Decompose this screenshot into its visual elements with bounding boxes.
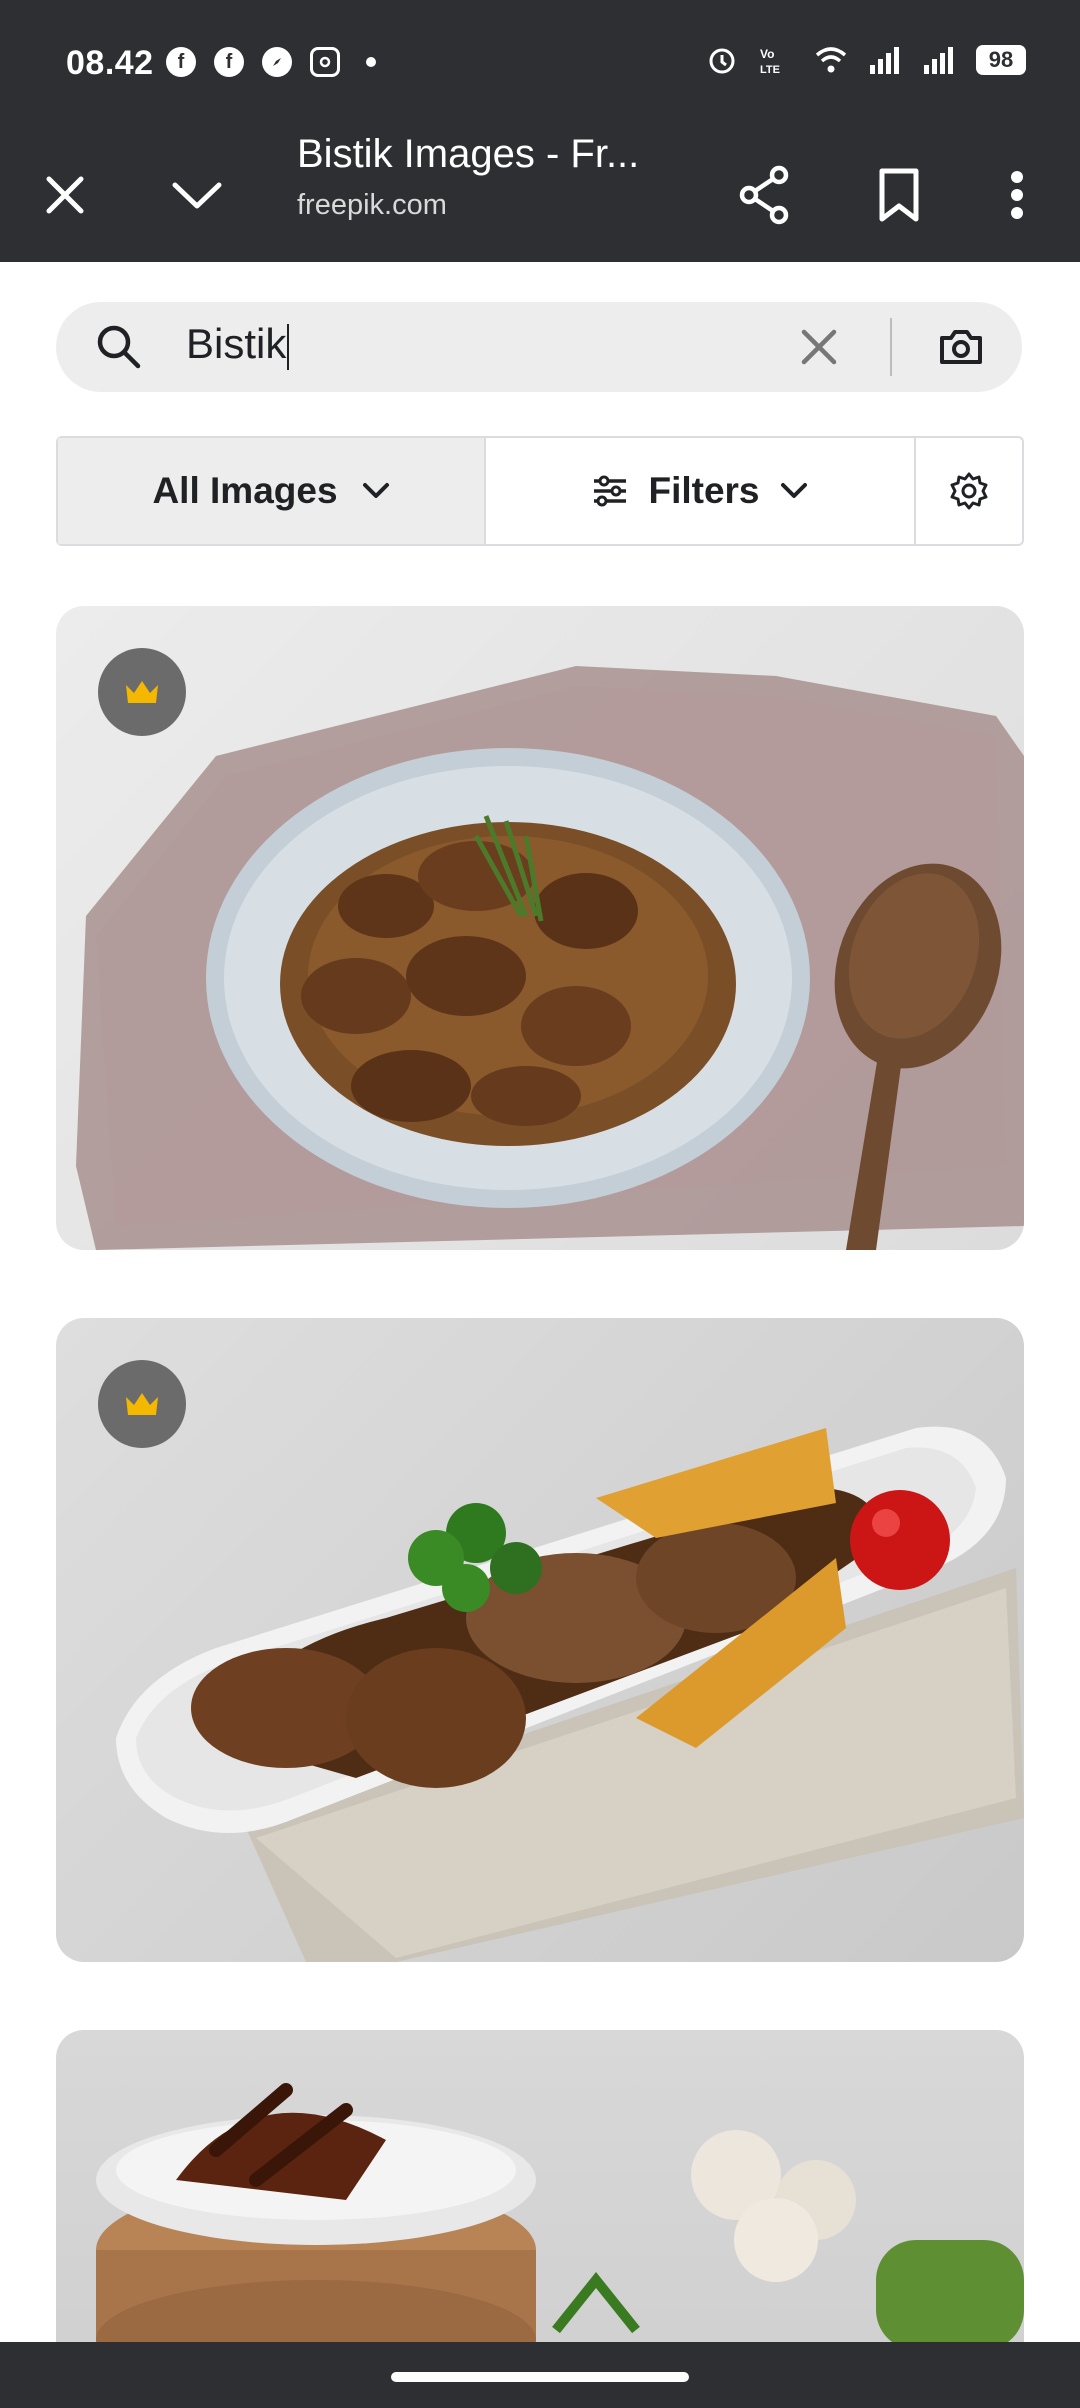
minimize-tab-button[interactable] xyxy=(162,160,232,230)
bookmark-icon xyxy=(879,168,919,222)
volte-icon: Vo LTE xyxy=(760,47,780,76)
svg-text:LTE: LTE xyxy=(760,64,780,76)
facebook-icon: f xyxy=(166,47,196,77)
premium-badge xyxy=(98,648,186,736)
close-tab-button[interactable] xyxy=(30,160,100,230)
search-bar[interactable]: Bistik xyxy=(56,302,1022,392)
status-time: 08.42 xyxy=(66,44,154,82)
clear-search-icon[interactable] xyxy=(796,324,842,370)
settings-button[interactable] xyxy=(916,438,1022,544)
search-input-value: Bistik xyxy=(186,320,287,367)
share-button[interactable] xyxy=(730,160,800,230)
more-notifications-dot xyxy=(366,57,376,67)
chevron-down-icon xyxy=(172,182,222,209)
instagram-icon xyxy=(310,47,340,77)
search-divider xyxy=(890,318,892,376)
bookmark-button[interactable] xyxy=(864,160,934,230)
page-title-block[interactable]: Bistik Images - Fr... freepik.com xyxy=(297,132,697,222)
text-cursor xyxy=(287,323,290,370)
more-vert-icon xyxy=(1011,171,1023,219)
image-result-1[interactable] xyxy=(56,606,1024,1250)
signal-icon xyxy=(870,47,899,74)
system-navigation-bar xyxy=(0,2342,1080,2408)
home-gesture-handle[interactable] xyxy=(391,2372,689,2382)
page-domain: freepik.com xyxy=(297,189,447,221)
notification-icons: f f xyxy=(166,47,376,77)
share-icon xyxy=(739,165,789,225)
sliders-icon xyxy=(594,475,627,507)
page-title: Bistik Images - Fr... xyxy=(297,132,640,176)
search-input[interactable]: Bistik xyxy=(186,320,290,370)
food-photo-beef-potatoes xyxy=(116,1426,1024,1962)
crown-icon xyxy=(126,681,158,703)
facebook-icon: f xyxy=(214,47,244,77)
wifi-icon xyxy=(815,47,847,73)
premium-badge xyxy=(98,1360,186,1448)
compass-icon xyxy=(262,47,292,77)
search-icon xyxy=(97,325,141,369)
chevron-down-icon xyxy=(780,483,807,498)
signal-icon xyxy=(924,47,953,74)
more-options-button[interactable] xyxy=(982,160,1052,230)
filters-label: Filters xyxy=(648,470,760,511)
all-images-label: All Images xyxy=(152,470,338,511)
browser-top-bar: 08.42 f f Vo LTE 98 Bistik Images - Fr..… xyxy=(0,0,1080,262)
alarm-icon xyxy=(709,48,735,74)
camera-search-icon[interactable] xyxy=(936,322,986,372)
svg-text:Vo: Vo xyxy=(760,47,774,61)
image-result-2[interactable] xyxy=(56,1318,1024,1962)
gear-icon xyxy=(950,472,988,510)
close-icon xyxy=(46,176,84,214)
status-bar: 08.42 f f Vo LTE 98 xyxy=(0,0,1080,130)
food-photo-beef-stew xyxy=(76,666,1024,1250)
chevron-down-icon xyxy=(362,483,389,498)
filters-dropdown[interactable]: Filters xyxy=(486,438,916,544)
battery-level: 98 xyxy=(976,45,1026,75)
crown-icon xyxy=(126,1393,158,1415)
system-status: Vo LTE 98 xyxy=(706,44,1026,76)
filter-row: All Images Filters xyxy=(56,436,1024,546)
all-images-dropdown[interactable]: All Images xyxy=(58,438,486,544)
